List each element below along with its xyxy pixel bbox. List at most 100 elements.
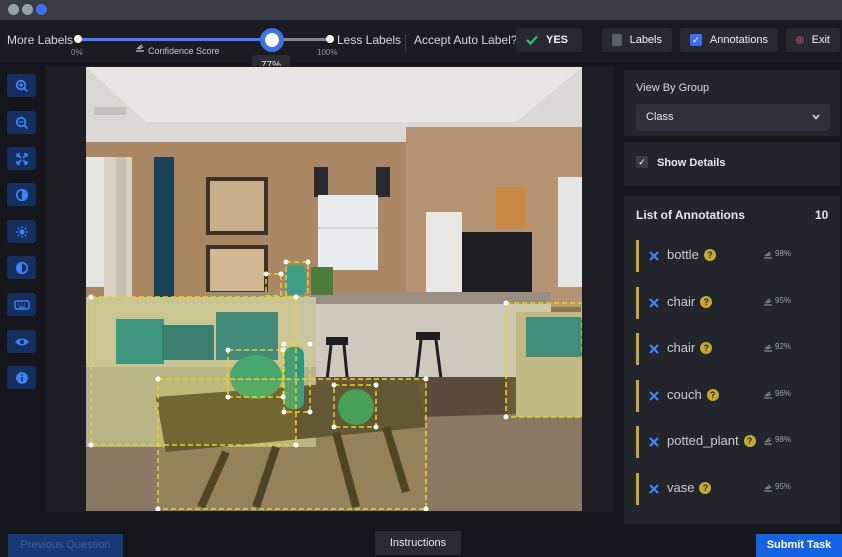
group-select[interactable]: Class [636,104,830,131]
move-icon [649,437,659,447]
slider-knob[interactable] [260,28,285,52]
annotation-label: couch? [667,387,719,402]
help-icon[interactable]: ? [700,342,713,354]
annotation-list-item[interactable]: couch? 96% [636,379,816,412]
brightness-tool[interactable] [7,183,36,206]
info-icon [15,371,28,384]
zoom-in-tool[interactable] [7,74,36,97]
slider-min-pct: 0% [71,48,83,57]
move-icon [649,344,659,354]
view-by-group-title: View By Group [636,82,710,94]
tool-sidebar [0,62,44,524]
annotation-confidence: 95% [775,481,792,491]
help-icon[interactable]: ? [706,388,719,401]
window-minimize-dot[interactable] [22,4,33,15]
annotation-label: chair? [667,294,713,309]
window-titlebar [0,0,842,20]
annotation-list-card: List of Annotations 10 bottle? 98% chair? 9… [624,196,840,532]
annotations-toggle-label: Annotations [709,34,768,46]
scene-illustration [86,67,582,511]
top-toolbar: More Labels 0% Confidence Score 100% Les… [0,20,842,62]
annotation-label: vase? [667,480,712,495]
exit-button[interactable]: Exit [786,28,840,52]
list-count: 10 [815,208,829,222]
keyboard-tool[interactable] [7,293,36,316]
bottom-bar: Previous Question Instructions Submit Ta… [0,524,842,557]
submit-task-button[interactable]: Submit Task [756,534,842,557]
slider-max-handle [326,35,334,43]
yes-label: YES [546,34,569,46]
zoom-out-icon [15,116,28,129]
labels-checkbox[interactable] [612,34,622,46]
help-icon[interactable]: ? [700,295,713,308]
check-icon [526,35,538,45]
help-icon[interactable]: ? [743,435,756,447]
annotation-list-item[interactable]: chair? 95% [636,286,816,319]
annotation-confidence: 98% [775,435,792,444]
move-icon [649,390,659,401]
contrast-icon [15,261,28,274]
move-icon [649,297,659,308]
move-icon [649,251,659,261]
previous-question-button[interactable]: Previous Question [8,534,123,557]
window-maximize-dot[interactable] [36,4,47,15]
confidence-icon [764,437,772,445]
list-title: List of Annotations [636,208,745,222]
labels-toggle-label: Labels [629,34,662,46]
sun-icon [15,225,28,238]
confidence-slider[interactable] [74,28,334,52]
annotation-list-item[interactable]: chair? 92% [636,333,816,365]
slider-max-pct: 100% [317,48,338,57]
keyboard-icon [13,299,30,310]
show-details-label: Show Details [657,157,726,169]
help-icon[interactable]: ? [699,481,712,494]
confidence-icon [764,344,772,352]
window-close-dot[interactable] [8,4,19,15]
eye-icon [14,338,29,345]
zoom-out-tool[interactable] [7,111,36,134]
confidence-icon [764,251,772,259]
show-details-checkbox[interactable]: ✓ [636,156,648,168]
fit-screen-tool[interactable] [7,147,36,170]
confidence-icon [764,391,772,398]
help-icon[interactable]: ? [703,249,716,261]
exit-label: Exit [811,34,830,46]
annotation-confidence: 98% [775,249,792,258]
annotation-list-item[interactable]: bottle? 98% [636,240,816,272]
labels-toggle[interactable]: Labels [602,28,672,52]
annotation-confidence: 96% [775,388,792,398]
slider-min-handle [74,35,82,43]
slider-fill [78,38,273,41]
annotations-checkbox[interactable]: ✓ [690,34,702,46]
annotation-confidence: 92% [775,342,792,351]
toolbar-divider [405,34,406,52]
annotation-label: bottle? [667,247,716,262]
annotation-canvas[interactable] [46,66,614,512]
yes-button[interactable]: YES [516,28,582,52]
group-select-value: Class [646,111,674,123]
slider-caption: Confidence Score [148,46,220,56]
chevron-down-icon [812,114,820,120]
confidence-icon [764,298,772,305]
sun-tool[interactable] [7,220,36,243]
annotations-toggle[interactable]: ✓ Annotations [680,28,778,52]
contrast-tool[interactable] [7,256,36,279]
annotation-confidence: 95% [775,295,792,305]
right-panel: View By Group Class ✓ Show Details List … [624,62,842,532]
info-tool[interactable] [7,366,36,389]
annotation-label: potted_plant? [667,433,756,448]
zoom-in-icon [15,79,28,92]
brightness-icon [15,188,28,201]
close-circle-icon [796,36,804,44]
annotation-list-item[interactable]: potted_plant? 98% [636,426,816,458]
fit-screen-icon [15,152,28,165]
living-room-image [86,67,582,511]
view-by-group-card: View By Group Class [624,70,840,136]
show-details-card: ✓ Show Details [624,142,840,186]
visibility-tool[interactable] [7,330,36,353]
instructions-button[interactable]: Instructions [375,531,461,555]
confidence-icon [764,484,772,491]
annotation-label: chair? [667,340,713,355]
less-labels-text: Less Labels [337,33,402,47]
annotation-list-item[interactable]: vase? 95% [636,472,816,505]
